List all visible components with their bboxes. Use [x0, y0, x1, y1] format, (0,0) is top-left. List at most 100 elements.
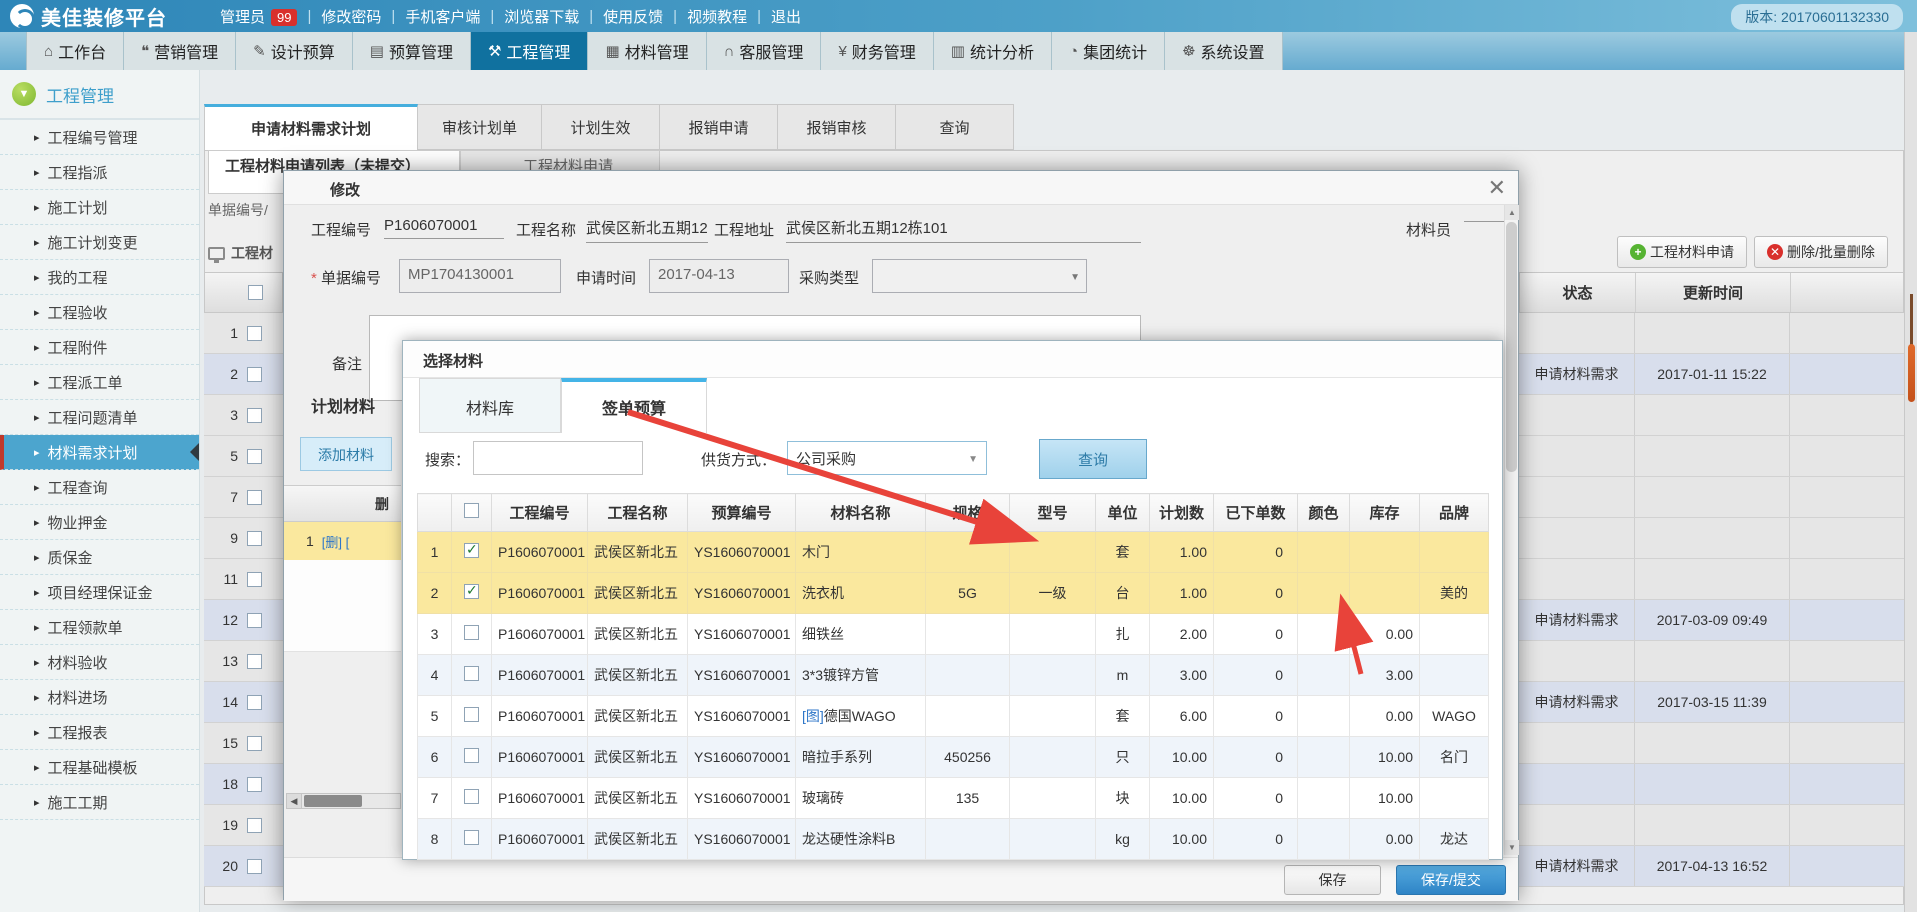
- column-header[interactable]: 库存: [1350, 494, 1420, 532]
- save-button[interactable]: 保存: [1284, 865, 1381, 895]
- delete-link[interactable]: [删] [: [322, 532, 349, 551]
- delete-batch-button[interactable]: ✕ 删除/批量删除: [1754, 236, 1888, 268]
- row-checkbox[interactable]: [247, 449, 262, 464]
- row-checkbox[interactable]: [247, 613, 262, 628]
- nav-tab-6[interactable]: ▦材料管理: [588, 32, 706, 70]
- sidebar-header[interactable]: ▼ 工程管理: [0, 70, 199, 120]
- row-checkbox[interactable]: [464, 543, 479, 558]
- order-no-input[interactable]: MP1704130001: [399, 259, 561, 293]
- row-checkbox[interactable]: [464, 830, 479, 845]
- scroll-up-icon[interactable]: ▲: [1505, 205, 1519, 220]
- row-checkbox[interactable]: [464, 707, 479, 722]
- sidebar-item-13[interactable]: ▸质保金: [0, 540, 199, 575]
- nav-tab-9[interactable]: ▥统计分析: [934, 32, 1052, 70]
- nav-tab-8[interactable]: ¥财务管理: [821, 32, 933, 70]
- main-tab-2[interactable]: 审核计划单: [418, 104, 542, 150]
- sidebar-item-16[interactable]: ▸材料验收: [0, 645, 199, 680]
- nav-tab-7[interactable]: ∩客服管理: [707, 32, 822, 70]
- sidebar-item-5[interactable]: ▸我的工程: [0, 260, 199, 295]
- nav-tab-5[interactable]: ⚒工程管理: [471, 32, 588, 70]
- material-row[interactable]: 3P1606070001武侯区新北五YS1606070001细铁丝扎2.0000…: [418, 614, 1489, 655]
- sidebar-item-18[interactable]: ▸工程报表: [0, 715, 199, 750]
- nav-tab-11[interactable]: ☸系统设置: [1165, 32, 1282, 70]
- sidebar-item-8[interactable]: ▸工程派工单: [0, 365, 199, 400]
- admin-menu[interactable]: 管理员99: [210, 6, 307, 27]
- column-header[interactable]: 型号: [1010, 494, 1096, 532]
- row-checkbox[interactable]: [464, 748, 479, 763]
- column-header[interactable]: 工程编号: [492, 494, 588, 532]
- material-row[interactable]: 7P1606070001武侯区新北五YS1606070001玻璃砖135块10.…: [418, 778, 1489, 819]
- sidebar-item-20[interactable]: ▸施工工期: [0, 785, 199, 820]
- topbar-link[interactable]: 视频教程: [677, 6, 757, 27]
- tab-contract-budget[interactable]: 签单预算: [561, 378, 707, 433]
- hscroll-handle[interactable]: [304, 795, 362, 807]
- row-checkbox[interactable]: [247, 490, 262, 505]
- select-all-checkbox[interactable]: [464, 503, 479, 518]
- column-header[interactable]: 计划数: [1150, 494, 1214, 532]
- topbar-link[interactable]: 手机客户端: [395, 6, 490, 27]
- row-checkbox[interactable]: [247, 736, 262, 751]
- row-checkbox[interactable]: [247, 572, 262, 587]
- add-material-button[interactable]: 添加材料: [300, 437, 392, 471]
- column-header[interactable]: 颜色: [1298, 494, 1350, 532]
- row-checkbox[interactable]: [247, 695, 262, 710]
- topbar-link[interactable]: 修改密码: [311, 6, 391, 27]
- material-row[interactable]: 6P1606070001武侯区新北五YS1606070001暗拉手系列45025…: [418, 737, 1489, 778]
- apply-time-input[interactable]: 2017-04-13: [649, 259, 789, 293]
- sidebar-item-6[interactable]: ▸工程验收: [0, 295, 199, 330]
- tab-material-library[interactable]: 材料库: [419, 378, 561, 433]
- column-header[interactable]: 材料名称: [796, 494, 926, 532]
- column-header[interactable]: 品牌: [1420, 494, 1489, 532]
- sidebar-item-12[interactable]: ▸物业押金: [0, 505, 199, 540]
- nav-tab-2[interactable]: ❝营销管理: [124, 32, 236, 70]
- scrollbar-handle[interactable]: [1908, 344, 1915, 402]
- nav-tab-4[interactable]: ▤预算管理: [353, 32, 471, 70]
- sidebar-item-4[interactable]: ▸施工计划变更: [0, 225, 199, 260]
- topbar-link[interactable]: 使用反馈: [593, 6, 673, 27]
- modal-scrollbar[interactable]: ▲ ▼: [1504, 205, 1518, 855]
- vscroll-handle[interactable]: [1506, 222, 1517, 472]
- row-checkbox[interactable]: [247, 326, 262, 341]
- main-tab-6[interactable]: 查询: [896, 104, 1014, 150]
- row-checkbox[interactable]: [247, 654, 262, 669]
- sidebar-item-11[interactable]: ▸工程查询: [0, 470, 199, 505]
- sidebar-item-15[interactable]: ▸工程领款单: [0, 610, 199, 645]
- supply-mode-select[interactable]: 公司采购 ▼: [787, 441, 987, 475]
- topbar-link[interactable]: 浏览器下载: [494, 6, 589, 27]
- row-checkbox[interactable]: [247, 777, 262, 792]
- material-row[interactable]: 5P1606070001武侯区新北五YS1606070001[图]德国WAGO套…: [418, 696, 1489, 737]
- row-checkbox[interactable]: [464, 789, 479, 804]
- topbar-link[interactable]: 退出: [761, 6, 811, 27]
- main-tab-5[interactable]: 报销审核: [778, 104, 896, 150]
- row-checkbox[interactable]: [247, 408, 262, 423]
- sidebar-item-19[interactable]: ▸工程基础模板: [0, 750, 199, 785]
- column-header[interactable]: 工程名称: [588, 494, 688, 532]
- column-header[interactable]: 已下单数: [1214, 494, 1298, 532]
- main-tab-4[interactable]: 报销申请: [660, 104, 778, 150]
- row-checkbox[interactable]: [464, 666, 479, 681]
- row-checkbox[interactable]: [247, 531, 262, 546]
- main-tab-1[interactable]: 申请材料需求计划: [204, 104, 418, 150]
- main-tab-3[interactable]: 计划生效: [542, 104, 660, 150]
- query-button[interactable]: 查询: [1039, 439, 1147, 479]
- sidebar-item-14[interactable]: ▸项目经理保证金: [0, 575, 199, 610]
- material-row[interactable]: 8P1606070001武侯区新北五YS1606070001龙达硬性涂料Bkg1…: [418, 819, 1489, 860]
- image-link[interactable]: [图]: [802, 708, 824, 724]
- horizontal-scrollbar[interactable]: ◀: [286, 793, 401, 809]
- search-input[interactable]: [473, 441, 643, 475]
- sidebar-item-3[interactable]: ▸施工计划: [0, 190, 199, 225]
- row-checkbox[interactable]: [464, 625, 479, 640]
- material-row[interactable]: 4P1606070001武侯区新北五YS16060700013*3镀锌方管m3.…: [418, 655, 1489, 696]
- row-checkbox[interactable]: [247, 367, 262, 382]
- column-header[interactable]: 单位: [1096, 494, 1150, 532]
- save-submit-button[interactable]: 保存/提交: [1396, 865, 1506, 895]
- nav-tab-1[interactable]: ⌂工作台: [26, 32, 124, 70]
- sidebar-item-2[interactable]: ▸工程指派: [0, 155, 199, 190]
- row-checkbox[interactable]: [247, 859, 262, 874]
- row-checkbox[interactable]: [247, 818, 262, 833]
- scroll-down-icon[interactable]: ▼: [1505, 840, 1519, 855]
- page-scrollbar[interactable]: [1904, 32, 1917, 912]
- material-row[interactable]: 1P1606070001武侯区新北五YS1606070001木门套1.000: [418, 532, 1489, 573]
- nav-tab-10[interactable]: ◔集团统计: [1052, 32, 1165, 70]
- select-all-checkbox[interactable]: [248, 285, 263, 300]
